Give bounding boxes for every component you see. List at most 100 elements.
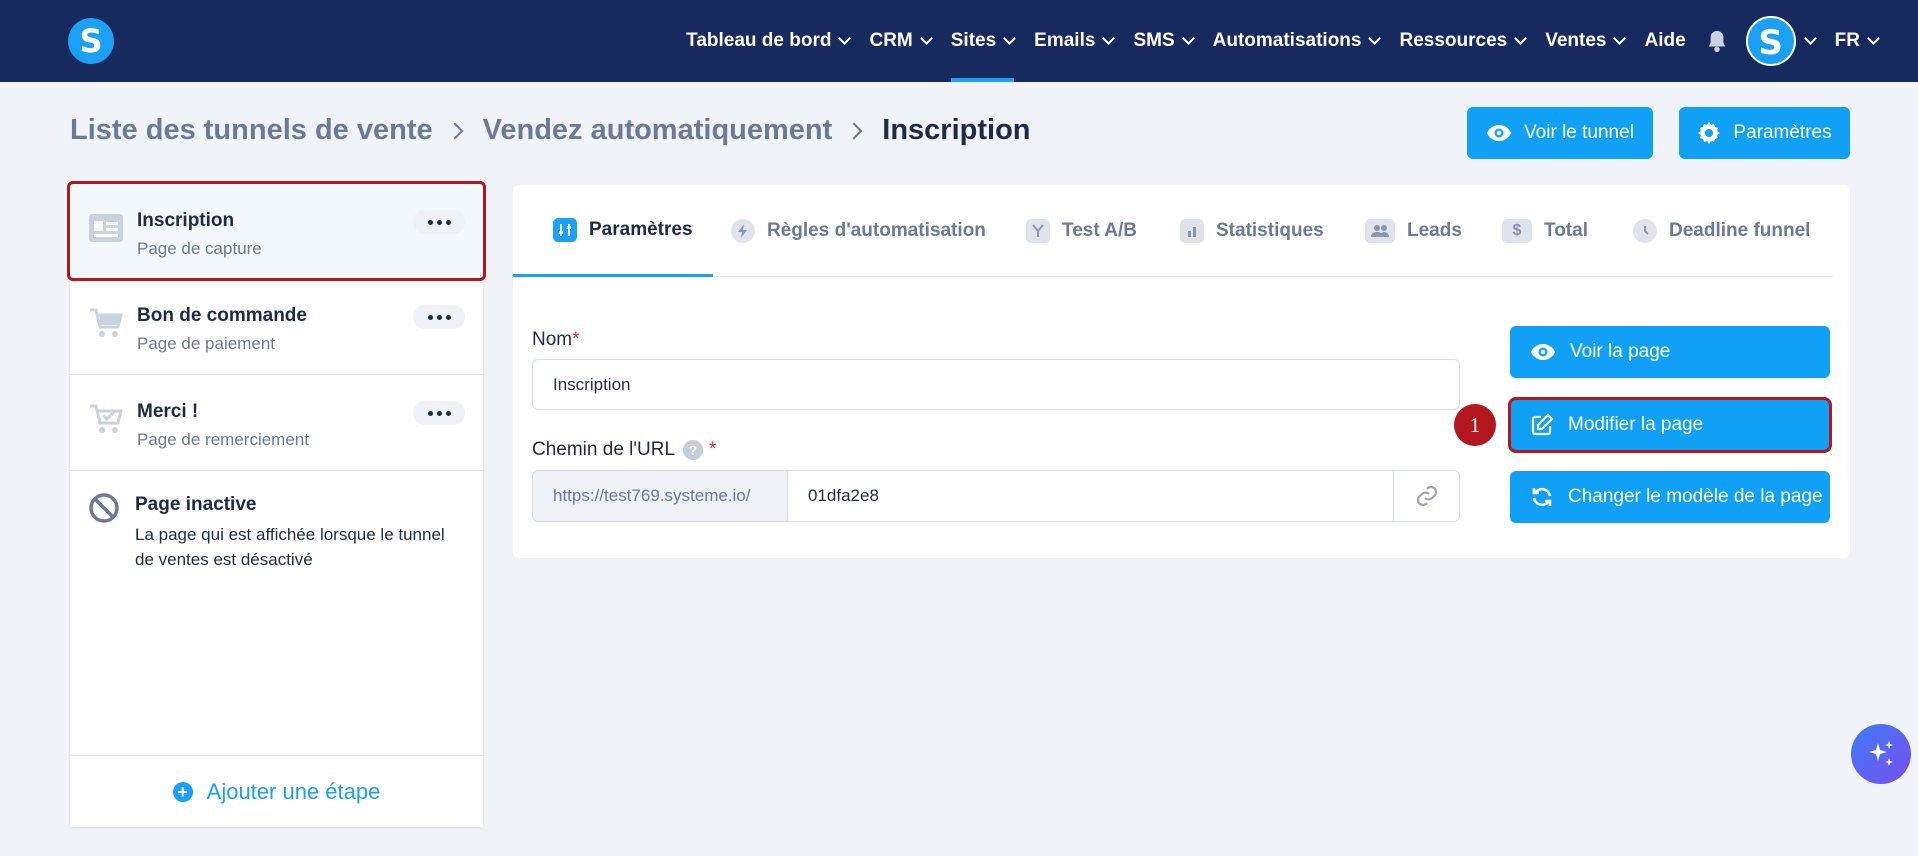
- help-icon[interactable]: ?: [683, 439, 704, 460]
- breadcrumb-funnel[interactable]: Vendez automatiquement: [483, 114, 833, 147]
- dollar-icon: $: [1502, 219, 1532, 243]
- chevron-down-icon: [1867, 32, 1880, 45]
- more-options-button[interactable]: [413, 305, 465, 329]
- step-title: Bon de commande: [137, 305, 307, 326]
- sliders-icon: [553, 217, 577, 242]
- split-icon: [1026, 219, 1050, 243]
- language-label: FR: [1834, 30, 1860, 51]
- tab-total[interactable]: $ Total: [1502, 185, 1588, 277]
- chevron-down-icon: [1514, 32, 1528, 45]
- nav-label: Tableau de bord: [686, 30, 832, 51]
- nav-item-dashboard[interactable]: Tableau de bord: [686, 0, 852, 82]
- step-title: Inscription: [137, 210, 235, 231]
- chevron-down-icon: [1102, 32, 1116, 45]
- nav-label: CRM: [869, 30, 913, 51]
- chevron-down-icon: [1003, 32, 1017, 45]
- nav-item-sites[interactable]: Sites: [950, 0, 1017, 82]
- link-icon: [1416, 485, 1437, 507]
- nav-item-help[interactable]: Aide: [1644, 0, 1685, 82]
- annotation-badge: 1: [1454, 404, 1496, 446]
- avatar[interactable]: S: [1745, 16, 1796, 66]
- language-selector[interactable]: FR: [1834, 0, 1880, 82]
- name-input[interactable]: Inscription: [532, 359, 1460, 410]
- breadcrumb: Liste des tunnels de vente Vendez automa…: [70, 114, 1031, 147]
- bar-chart-icon: [1180, 219, 1204, 243]
- tab-settings[interactable]: Paramètres: [513, 185, 713, 277]
- step-item-order-form[interactable]: Bon de commande Page de paiement: [70, 279, 483, 375]
- view-page-button[interactable]: Voir la page: [1510, 326, 1830, 378]
- nav-item-automations[interactable]: Automatisations: [1212, 0, 1382, 82]
- tab-label: Total: [1544, 220, 1588, 241]
- nav-label: SMS: [1133, 30, 1175, 51]
- main-menu: Tableau de bord CRM Sites Emails SMS Aut…: [686, 0, 1918, 82]
- step-subtitle: Page de remerciement: [137, 430, 309, 449]
- add-step-button[interactable]: + Ajouter une étape: [70, 755, 483, 827]
- chevron-down-icon: [919, 32, 933, 45]
- required-mark: *: [709, 439, 717, 460]
- tab-label: Paramètres: [589, 218, 693, 240]
- page-title: Inscription: [882, 114, 1031, 146]
- tab-automation-rules[interactable]: Règles d'automatisation: [731, 185, 986, 277]
- more-options-button[interactable]: [413, 210, 465, 234]
- breadcrumb-funnels-list[interactable]: Liste des tunnels de vente: [70, 114, 433, 147]
- sparkles-icon: [1869, 741, 1893, 766]
- tab-label: Règles d'automatisation: [767, 220, 986, 241]
- url-path-input[interactable]: 01dfa2e8: [787, 470, 1394, 522]
- tab-label: Statistiques: [1216, 220, 1324, 241]
- funnel-steps-sidebar: Inscription Page de capture Bon de comma…: [67, 181, 486, 827]
- ban-icon: [89, 493, 119, 523]
- tab-label: Leads: [1407, 220, 1462, 241]
- tab-statistics[interactable]: Statistiques: [1180, 185, 1324, 277]
- button-label: Voir le tunnel: [1524, 122, 1634, 143]
- step-item-thank-you[interactable]: Merci ! Page de remerciement: [70, 375, 483, 471]
- ai-assistant-button[interactable]: [1851, 724, 1911, 784]
- button-label: Changer le modèle de la page: [1568, 486, 1823, 507]
- change-template-button[interactable]: Changer le modèle de la page: [1510, 471, 1830, 523]
- view-funnel-button[interactable]: Voir le tunnel: [1467, 107, 1653, 159]
- button-label: Modifier la page: [1568, 414, 1704, 435]
- nav-item-sales[interactable]: Ventes: [1545, 0, 1627, 82]
- button-label: Voir la page: [1570, 341, 1671, 362]
- nav-item-crm[interactable]: CRM: [869, 0, 933, 82]
- top-nav: S Tableau de bord CRM Sites Emails SMS A…: [0, 0, 1918, 82]
- chevron-right-icon: [845, 122, 863, 139]
- more-options-button[interactable]: [413, 401, 465, 425]
- bell-icon[interactable]: [1706, 29, 1728, 53]
- nav-label: Aide: [1644, 30, 1686, 51]
- chevron-down-icon: [1368, 32, 1382, 45]
- step-subtitle: Page de paiement: [137, 334, 275, 353]
- nav-label: Ventes: [1545, 30, 1607, 51]
- eye-icon: [1487, 125, 1512, 141]
- bolt-icon: [731, 219, 755, 243]
- tab-deadline-funnel[interactable]: Deadline funnel: [1633, 185, 1810, 277]
- step-item-inscription[interactable]: Inscription Page de capture: [67, 181, 486, 281]
- step-title: Merci !: [137, 401, 199, 422]
- chevron-right-icon: [446, 122, 464, 139]
- tab-label: Deadline funnel: [1669, 220, 1811, 241]
- nav-item-sms[interactable]: SMS: [1133, 0, 1195, 82]
- tab-leads[interactable]: Leads: [1365, 185, 1462, 277]
- gear-icon: [1698, 122, 1721, 144]
- inactive-description: La page qui est affichée lorsque le tunn…: [135, 525, 445, 569]
- cart-check-icon: [90, 404, 123, 433]
- plus-circle-icon: +: [172, 781, 193, 802]
- systeme-logo[interactable]: S: [68, 18, 114, 64]
- url-prefix: https://test769.systeme.io/: [532, 470, 788, 522]
- nav-label: Automatisations: [1212, 30, 1362, 51]
- nav-item-emails[interactable]: Emails: [1034, 0, 1116, 82]
- edit-icon: [1531, 413, 1554, 436]
- copy-link-button[interactable]: [1393, 470, 1460, 522]
- settings-button[interactable]: Paramètres: [1679, 107, 1850, 159]
- capture-page-icon: [89, 214, 123, 242]
- tab-ab-test[interactable]: Test A/B: [1026, 185, 1137, 277]
- eye-icon: [1531, 344, 1555, 360]
- edit-page-button[interactable]: Modifier la page: [1508, 397, 1832, 453]
- inactive-title: Page inactive: [135, 494, 257, 515]
- name-label-text: Nom: [532, 329, 573, 350]
- chevron-down-icon[interactable]: [1803, 32, 1817, 45]
- users-icon: [1365, 219, 1395, 243]
- tab-label: Test A/B: [1062, 220, 1137, 241]
- chevron-down-icon: [1613, 32, 1627, 45]
- nav-label: Sites: [950, 30, 997, 51]
- nav-item-resources[interactable]: Ressources: [1399, 0, 1528, 82]
